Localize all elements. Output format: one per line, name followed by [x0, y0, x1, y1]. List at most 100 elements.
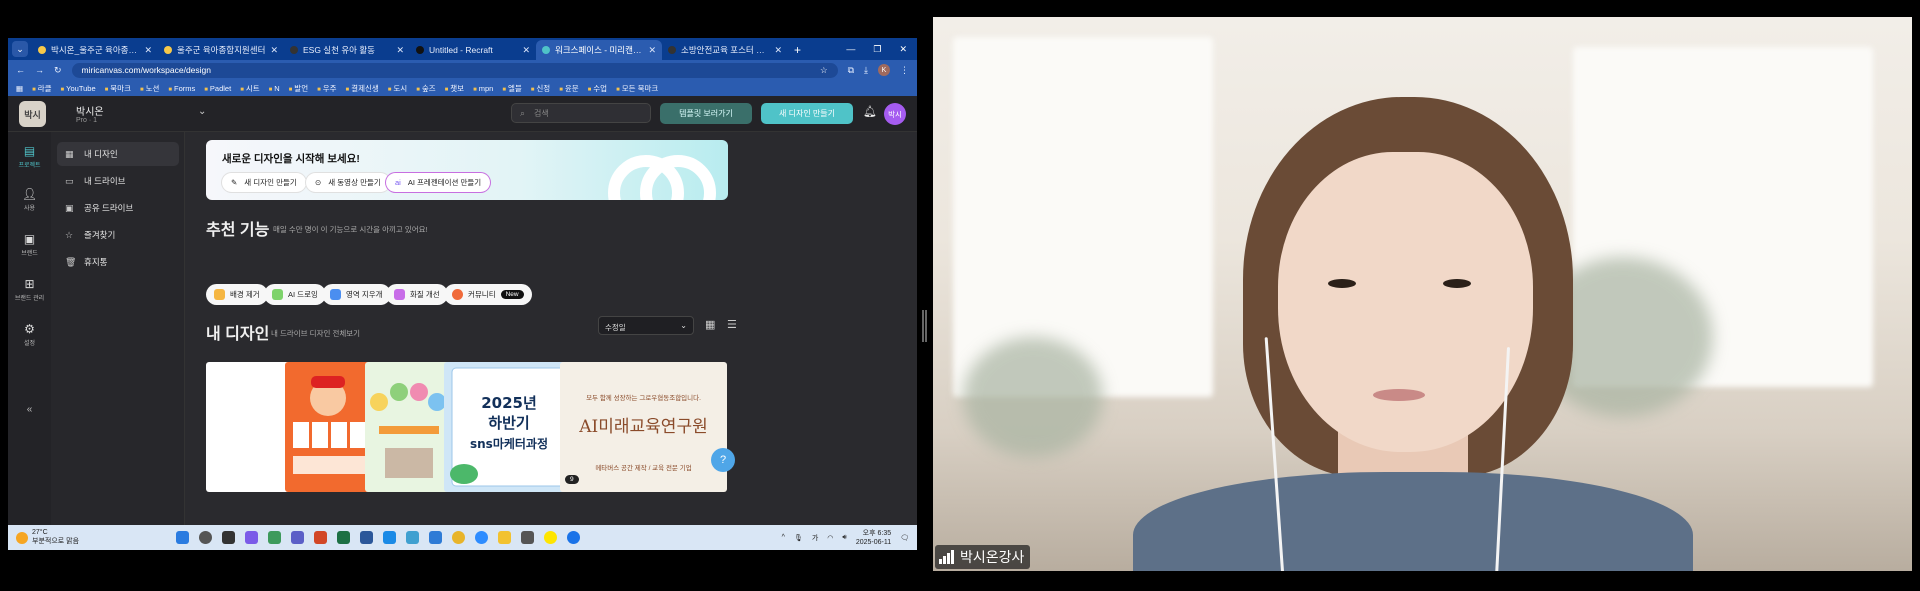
browser-tab[interactable]: 울주군 육아종합지원센터 ✕ [158, 40, 284, 60]
close-tab-icon[interactable]: ✕ [270, 45, 278, 56]
bookmark-item[interactable]: 라클 [32, 83, 52, 94]
forward-icon[interactable]: → [35, 65, 44, 75]
list-view-icon[interactable]: ☰ [727, 318, 737, 331]
powerpoint-icon[interactable] [314, 531, 327, 544]
design-card[interactable]: 모두 함께 성장하는 그로우협동조합입니다. AI미래교육연구원 메타버스 공간… [560, 362, 727, 492]
profile-avatar[interactable]: K [878, 64, 890, 76]
chip-ai-drawing[interactable]: AI 드로잉 [264, 284, 326, 305]
task-view-icon[interactable] [222, 531, 235, 544]
bookmark-item[interactable]: mpn [473, 84, 494, 93]
ai-presentation-button[interactable]: ai AI 프레젠테이션 만들기 [386, 173, 491, 192]
view-all-link[interactable]: 내 드라이브 디자인 전체보기 [271, 328, 360, 339]
bookmark-item[interactable]: Padlet [204, 84, 231, 93]
clock[interactable]: 오후 6:35 2025-06-11 [856, 529, 891, 547]
app-icon[interactable] [567, 531, 580, 544]
bookmark-item[interactable]: 북마크 [105, 83, 131, 94]
teams-icon[interactable] [291, 531, 304, 544]
bookmark-item[interactable]: 신정 [531, 83, 550, 94]
chip-quality-improve[interactable]: 화질 개선 [386, 284, 448, 305]
extension-icon[interactable]: ⧉ [848, 65, 854, 76]
rail-item-users[interactable]: 👤︎ 사용 [8, 187, 51, 212]
windows-start-icon[interactable] [176, 531, 189, 544]
word-icon[interactable] [360, 531, 373, 544]
edge-icon[interactable] [406, 531, 419, 544]
weather-widget[interactable]: 27°C 부분적으로 맑음 [16, 529, 136, 546]
design-card[interactable] [285, 362, 372, 492]
bookmark-item[interactable]: 노션 [140, 83, 160, 94]
bookmark-item[interactable]: 수업 [588, 83, 607, 94]
chip-background-remove[interactable]: 배경 제거 [206, 284, 268, 305]
browser-tab[interactable]: ESG 실천 유아 활동 ✕ [284, 40, 410, 60]
minimize-icon[interactable]: — [846, 44, 855, 55]
chevron-down-icon[interactable]: ⌄ [198, 106, 206, 117]
close-tab-icon[interactable]: ✕ [396, 45, 404, 56]
app-icon[interactable] [429, 531, 442, 544]
new-design-banner-button[interactable]: ✎ 새 디자인 만들기 [222, 173, 306, 192]
reload-icon[interactable]: ↻ [54, 65, 62, 76]
url-input[interactable]: miricanvas.com/workspace/design ☆ [71, 62, 838, 78]
sort-select[interactable]: 수정일 ⌄ [598, 316, 694, 335]
menu-icon[interactable]: ⋮ [900, 65, 909, 76]
help-icon[interactable]: ? [711, 448, 735, 472]
rail-item-settings[interactable]: ⚙ 설정 [8, 322, 51, 347]
collapse-icon[interactable]: « [8, 404, 51, 415]
bookmark-item[interactable]: 우주 [317, 83, 337, 94]
bookmark-item[interactable]: 발언 [289, 83, 308, 94]
kakaotalk-icon[interactable] [544, 531, 557, 544]
copilot-icon[interactable] [245, 531, 258, 544]
search-icon[interactable] [199, 531, 212, 544]
bookmark-item[interactable]: 결제신생 [346, 83, 379, 94]
nav-item-shared-drive[interactable]: ▣ 공유 드라이브 [57, 196, 179, 220]
browser-tab[interactable]: 박시온_울주군 육아종합지 ✕ [32, 40, 158, 60]
new-tab-icon[interactable]: + [794, 43, 801, 57]
bookmark-item[interactable]: 엘블 [502, 83, 522, 94]
back-icon[interactable]: ← [16, 65, 25, 75]
new-design-button[interactable]: 새 디자인 만들기 [761, 103, 853, 124]
nav-item-my-design[interactable]: ▦ 내 디자인 [57, 142, 179, 166]
bookmark-item[interactable]: 챗보 [445, 83, 464, 94]
new-video-button[interactable]: ⊙ 새 동영상 만들기 [306, 173, 390, 192]
browser-tab[interactable]: 소방안전교육 포스터 작성 ✕ [662, 40, 788, 60]
app-icon[interactable] [268, 531, 281, 544]
close-tab-icon[interactable]: ✕ [774, 45, 782, 56]
excel-icon[interactable] [337, 531, 350, 544]
mic-icon[interactable]: 🎙︎ [794, 534, 803, 542]
rail-item-project[interactable]: ▤ 프로젝트 [8, 144, 51, 169]
zoom-icon[interactable] [475, 531, 488, 544]
browser-tab[interactable]: Untitled - Recraft ✕ [410, 40, 536, 60]
nav-item-favorites[interactable]: ☆ 즐겨찾기 [57, 223, 179, 247]
workspace-name[interactable]: 박시온 [76, 103, 104, 118]
wifi-icon[interactable]: ◠ [827, 534, 833, 542]
workspace-logo[interactable]: 박시 [19, 101, 46, 127]
bookmark-item[interactable]: Forms [168, 84, 195, 93]
close-tab-icon[interactable]: ✕ [522, 45, 530, 56]
template-button[interactable]: 템플릿 보러가기 [660, 103, 752, 124]
download-icon[interactable]: ⤓ [864, 65, 868, 76]
volume-icon[interactable]: 🔊︎ [842, 534, 846, 542]
chevron-up-icon[interactable]: ^ [782, 534, 785, 541]
close-tab-icon[interactable]: ✕ [648, 45, 656, 56]
close-window-icon[interactable]: ✕ [899, 44, 907, 55]
rail-item-brand[interactable]: ▣ 브랜드 [8, 232, 51, 257]
tab-search-icon[interactable]: ⌄ [12, 41, 28, 57]
avatar[interactable]: 박시 [884, 103, 906, 125]
chrome-icon[interactable] [452, 531, 465, 544]
browser-tab-active[interactable]: 워크스페이스 - 미리캔버스 ✕ [536, 40, 662, 60]
bell-icon[interactable]: 🔔︎ [863, 105, 877, 118]
bookmark-item[interactable]: YouTube [61, 84, 95, 93]
file-explorer-icon[interactable] [498, 531, 511, 544]
bookmark-item[interactable]: 윤문 [559, 83, 579, 94]
search-input[interactable]: ⌕ 검색 [511, 103, 651, 123]
nav-item-trash[interactable]: 🗑︎ 휴지통 [57, 250, 179, 274]
notification-icon[interactable]: 🗨︎ [900, 534, 909, 542]
split-drag-handle[interactable] [922, 310, 927, 342]
bookmark-item[interactable]: 모든 북마크 [616, 83, 659, 94]
chip-community[interactable]: 커뮤니티 New [444, 284, 532, 305]
design-card[interactable] [206, 362, 292, 492]
chip-area-eraser[interactable]: 영역 지우개 [322, 284, 391, 305]
bookmark-item[interactable]: 숲즈 [416, 83, 436, 94]
app-icon[interactable] [521, 531, 534, 544]
grid-view-icon[interactable]: ▦ [705, 318, 715, 331]
bookmark-item[interactable]: 도시 [388, 83, 407, 94]
nav-item-my-drive[interactable]: ▭ 내 드라이브 [57, 169, 179, 193]
